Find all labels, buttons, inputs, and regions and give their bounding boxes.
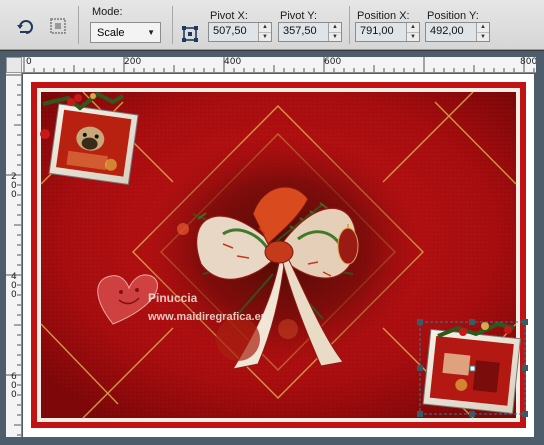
position-x-value: 791,00 (356, 23, 406, 41)
ruler-label: 0 (26, 57, 32, 67)
position-x-label: Position X: (357, 10, 410, 22)
position-x-field[interactable]: 791,00 ▲ ▼ (355, 22, 420, 42)
position-y-field[interactable]: 492,00 ▲ ▼ (425, 22, 490, 42)
toolbar-separator (78, 6, 79, 44)
chevron-down-icon: ▼ (147, 28, 155, 37)
ruler-label: 600 (324, 57, 342, 67)
pivot-x-stepper[interactable]: ▲ ▼ (258, 23, 271, 41)
christmas-card-image: Pinuccia www.maidiregrafica.eu (23, 74, 534, 437)
ruler-corner (6, 57, 22, 73)
watermark-url: www.maidiregrafica.eu (147, 311, 267, 323)
transform-icon (50, 18, 66, 34)
reset-icon (17, 20, 33, 34)
photo-frame-dog (48, 103, 139, 185)
mode-dropdown[interactable]: Scale ▼ (90, 22, 161, 43)
ruler-label: 600 (11, 372, 17, 400)
mode-value: Scale (97, 26, 125, 39)
toolbar-separator (349, 6, 350, 44)
pivot-x-value: 507,50 (209, 23, 258, 41)
position-y-value: 492,00 (426, 23, 476, 41)
ruler-label: 800 (520, 57, 536, 67)
pivot-y-label: Pivot Y: (280, 10, 318, 22)
ruler-label: 200 (124, 57, 142, 67)
pivot-handle-icon (182, 26, 198, 42)
ruler-ticks (23, 57, 535, 72)
watermark-name: Pinuccia (148, 291, 198, 305)
toolbar-separator (172, 6, 173, 44)
position-y-label: Position Y: (427, 10, 479, 22)
ruler-label: 400 (11, 272, 17, 300)
position-y-stepper[interactable]: ▲ ▼ (476, 23, 489, 41)
reset-button[interactable] (14, 14, 38, 38)
ruler-label: 400 (224, 57, 242, 67)
pivot-y-stepper[interactable]: ▲ ▼ (328, 23, 341, 41)
mode-label: Mode: (92, 6, 123, 18)
horizontal-ruler: 0 200 400 600 800 (22, 57, 536, 73)
pivot-x-label: Pivot X: (210, 10, 248, 22)
ruler-label: 200 (11, 172, 17, 200)
position-x-stepper[interactable]: ▲ ▼ (406, 23, 419, 41)
pivot-x-field[interactable]: 507,50 ▲ ▼ (208, 22, 272, 42)
tool-options-bar: Mode: Scale ▼ Pivot X: 507,50 ▲ ▼ Pivot Y… (0, 0, 544, 50)
flip-button[interactable] (46, 14, 70, 38)
pivot-y-value: 357,50 (279, 23, 328, 41)
vertical-ruler: 200 400 600 (6, 73, 22, 437)
pivot-y-field[interactable]: 357,50 ▲ ▼ (278, 22, 342, 42)
image-canvas[interactable]: Pinuccia www.maidiregrafica.eu (23, 74, 534, 437)
pick-pivot-button[interactable] (178, 22, 202, 46)
